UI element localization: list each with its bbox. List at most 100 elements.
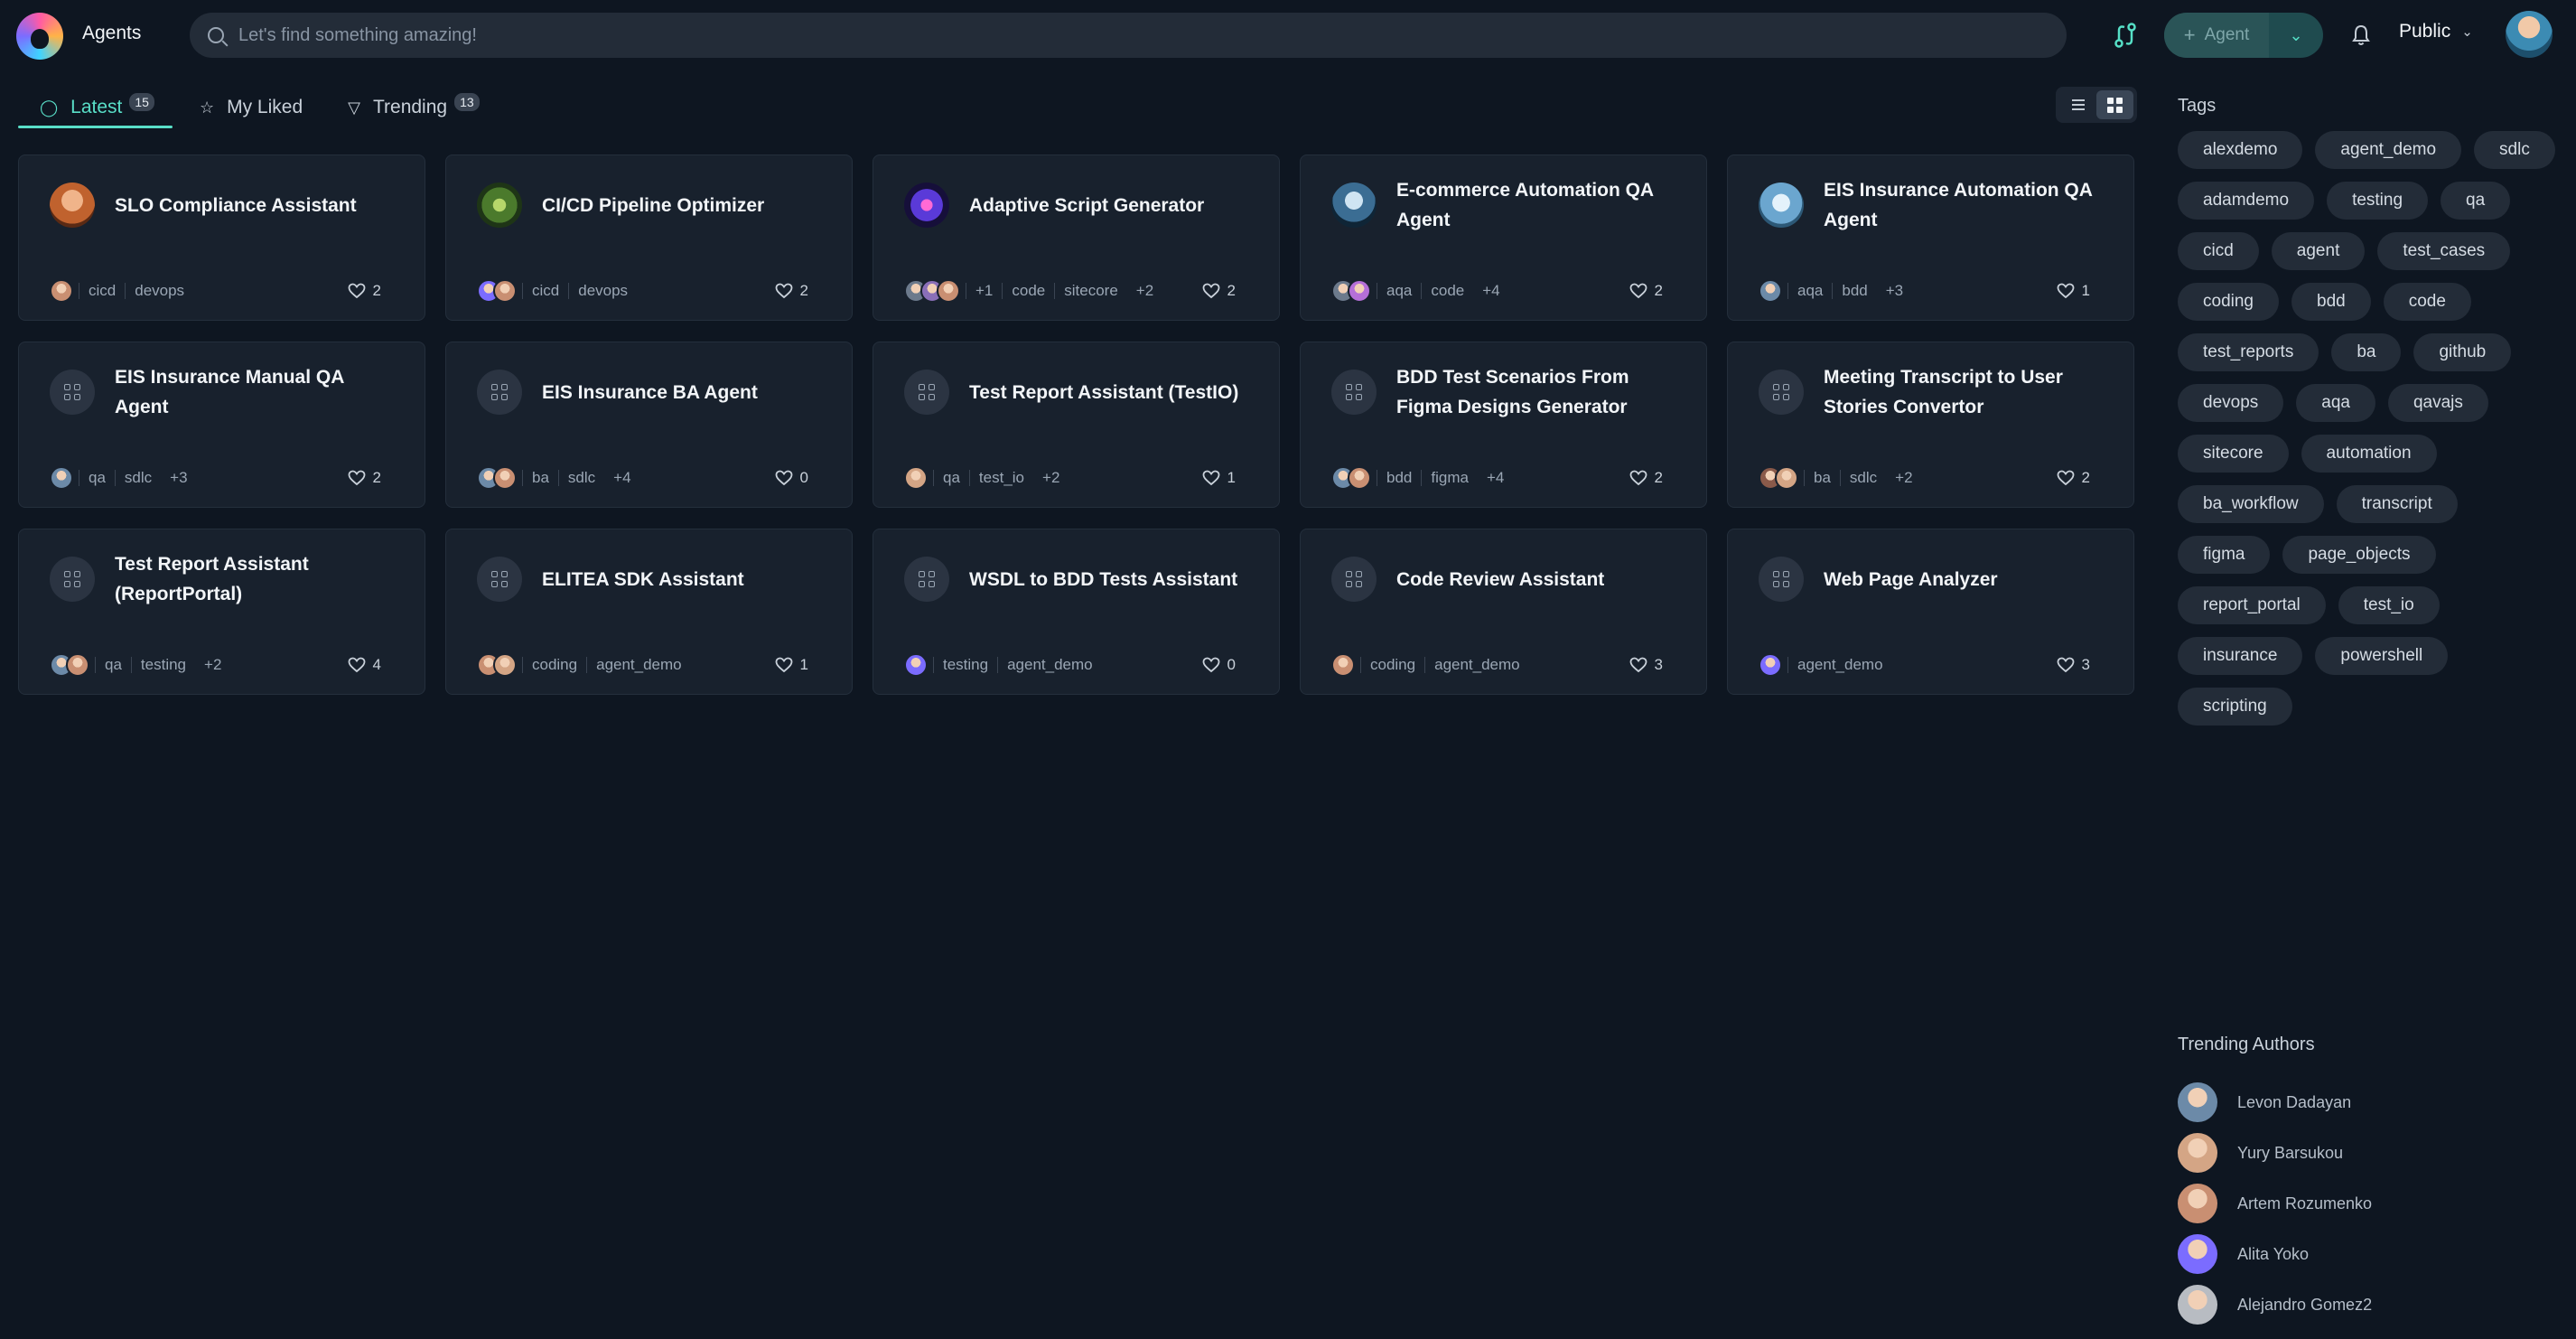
- tag-chip[interactable]: report_portal: [2178, 586, 2326, 624]
- tab-my-liked[interactable]: ☆ My Liked: [178, 87, 321, 128]
- create-agent-dropdown[interactable]: ⌄: [2269, 13, 2323, 58]
- tag-chip[interactable]: adamdemo: [2178, 182, 2315, 220]
- tag-chip[interactable]: sitecore: [2178, 435, 2289, 473]
- tag-chip[interactable]: testing: [2327, 182, 2429, 220]
- card-tag[interactable]: bdd: [1377, 470, 1421, 486]
- flow-icon[interactable]: [2114, 22, 2137, 49]
- like-button[interactable]: 2: [775, 282, 808, 300]
- tag-chip[interactable]: test_cases: [2377, 232, 2511, 270]
- card-tag[interactable]: cicd: [522, 283, 568, 299]
- like-button[interactable]: 1: [2057, 282, 2090, 300]
- agent-card[interactable]: EIS Insurance BA Agent ba sdlc +4 0: [445, 342, 853, 508]
- grid-view-button[interactable]: [2096, 90, 2133, 119]
- card-tag[interactable]: sitecore: [1054, 283, 1127, 299]
- like-button[interactable]: 2: [348, 469, 381, 487]
- card-tag[interactable]: qa: [95, 657, 131, 673]
- card-tag[interactable]: sdlc: [114, 470, 161, 486]
- tag-chip[interactable]: bdd: [2291, 283, 2371, 321]
- visibility-select[interactable]: Public ⌄: [2399, 21, 2473, 42]
- agent-card[interactable]: EIS Insurance Automation QA Agent aqa bdd +…: [1727, 154, 2134, 321]
- tag-chip[interactable]: qa: [2441, 182, 2511, 220]
- like-button[interactable]: 2: [1202, 282, 1236, 300]
- tag-chip[interactable]: sdlc: [2474, 131, 2555, 169]
- tag-chip[interactable]: figma: [2178, 536, 2271, 574]
- tag-chip[interactable]: devops: [2178, 384, 2284, 422]
- tag-chip[interactable]: insurance: [2178, 637, 2303, 675]
- card-tag[interactable]: ba: [522, 470, 558, 486]
- like-button[interactable]: 3: [2057, 656, 2090, 674]
- agent-card[interactable]: WSDL to BDD Tests Assistant testing agent_…: [873, 529, 1280, 695]
- card-tag[interactable]: agent_demo: [1787, 657, 1892, 673]
- like-button[interactable]: 2: [1629, 469, 1663, 487]
- agent-card[interactable]: Code Review Assistant coding agent_demo 3: [1300, 529, 1707, 695]
- card-tag[interactable]: coding: [522, 657, 586, 673]
- trending-author[interactable]: Artem Rozumenko: [2178, 1178, 2557, 1229]
- like-button[interactable]: 4: [348, 656, 381, 674]
- tag-chip[interactable]: page_objects: [2282, 536, 2436, 574]
- tag-chip[interactable]: github: [2413, 333, 2512, 371]
- card-tag[interactable]: sdlc: [1839, 470, 1886, 486]
- agent-card[interactable]: CI/CD Pipeline Optimizer cicd devops 2: [445, 154, 853, 321]
- card-tag[interactable]: code: [1421, 283, 1473, 299]
- notification-bell-icon[interactable]: [2351, 23, 2371, 47]
- tag-chip[interactable]: ba_workflow: [2178, 485, 2324, 523]
- trending-author[interactable]: Levon Dadayan: [2178, 1077, 2557, 1128]
- tag-chip[interactable]: test_io: [2338, 586, 2440, 624]
- card-tag[interactable]: aqa: [1377, 283, 1421, 299]
- agent-card[interactable]: Web Page Analyzer agent_demo 3: [1727, 529, 2134, 695]
- card-tag[interactable]: agent_demo: [997, 657, 1102, 673]
- agent-card[interactable]: Meeting Transcript to User Stories Conve…: [1727, 342, 2134, 508]
- card-tag[interactable]: code: [1002, 283, 1054, 299]
- list-view-button[interactable]: [2059, 90, 2096, 119]
- tag-chip[interactable]: automation: [2301, 435, 2437, 473]
- card-tag[interactable]: aqa: [1787, 283, 1832, 299]
- like-button[interactable]: 0: [775, 469, 808, 487]
- user-avatar[interactable]: [2506, 11, 2553, 58]
- card-tag[interactable]: figma: [1421, 470, 1478, 486]
- agent-card[interactable]: EIS Insurance Manual QA Agent qa sdlc +3 2: [18, 342, 425, 508]
- card-tag[interactable]: test_io: [968, 470, 1033, 486]
- create-agent-button[interactable]: + Agent: [2164, 13, 2269, 58]
- agent-card[interactable]: Test Report Assistant (TestIO) qa test_io +…: [873, 342, 1280, 508]
- card-tag[interactable]: devops: [125, 283, 193, 299]
- trending-author[interactable]: Alejandro Gomez2: [2178, 1279, 2557, 1330]
- agent-card[interactable]: BDD Test Scenarios From Figma Designs Ge…: [1300, 342, 1707, 508]
- card-tag[interactable]: testing: [130, 657, 195, 673]
- trending-author[interactable]: Yury Barsukou: [2178, 1128, 2557, 1178]
- search-input[interactable]: [238, 24, 1955, 46]
- tag-chip[interactable]: ba: [2331, 333, 2402, 371]
- tag-chip[interactable]: agent: [2271, 232, 2366, 270]
- card-tag[interactable]: testing: [933, 657, 997, 673]
- card-tag[interactable]: agent_demo: [586, 657, 691, 673]
- tag-chip[interactable]: alexdemo: [2178, 131, 2303, 169]
- like-button[interactable]: 1: [775, 656, 808, 674]
- like-button[interactable]: 2: [348, 282, 381, 300]
- app-logo[interactable]: [16, 13, 63, 60]
- card-tag[interactable]: coding: [1360, 657, 1424, 673]
- tag-chip[interactable]: agent_demo: [2315, 131, 2462, 169]
- tag-chip[interactable]: scripting: [2178, 688, 2292, 726]
- card-tag[interactable]: cicd: [79, 283, 125, 299]
- tag-chip[interactable]: transcript: [2336, 485, 2458, 523]
- tag-chip[interactable]: test_reports: [2178, 333, 2319, 371]
- card-tag[interactable]: qa: [933, 470, 969, 486]
- card-tag[interactable]: qa: [79, 470, 115, 486]
- agent-card[interactable]: Test Report Assistant (ReportPortal) qa te…: [18, 529, 425, 695]
- card-tag[interactable]: agent_demo: [1424, 657, 1529, 673]
- tag-chip[interactable]: coding: [2178, 283, 2279, 321]
- tag-chip[interactable]: code: [2383, 283, 2471, 321]
- like-button[interactable]: 0: [1202, 656, 1236, 674]
- tab-trending[interactable]: ▽ Trending 13: [326, 87, 498, 128]
- search-bar[interactable]: [190, 13, 2067, 58]
- tag-chip[interactable]: cicd: [2178, 232, 2259, 270]
- agent-card[interactable]: ELITEA SDK Assistant coding agent_demo 1: [445, 529, 853, 695]
- card-tag[interactable]: sdlc: [557, 470, 604, 486]
- like-button[interactable]: 1: [1202, 469, 1236, 487]
- card-tag[interactable]: devops: [568, 283, 637, 299]
- trending-author[interactable]: Alita Yoko: [2178, 1229, 2557, 1279]
- tag-chip[interactable]: qavajs: [2387, 384, 2488, 422]
- agent-card[interactable]: SLO Compliance Assistant cicd devops 2: [18, 154, 425, 321]
- like-button[interactable]: 3: [1629, 656, 1663, 674]
- agent-card[interactable]: E-commerce Automation QA Agent aqa code +4 2: [1300, 154, 1707, 321]
- tab-latest[interactable]: ◯ Latest 15: [18, 87, 173, 128]
